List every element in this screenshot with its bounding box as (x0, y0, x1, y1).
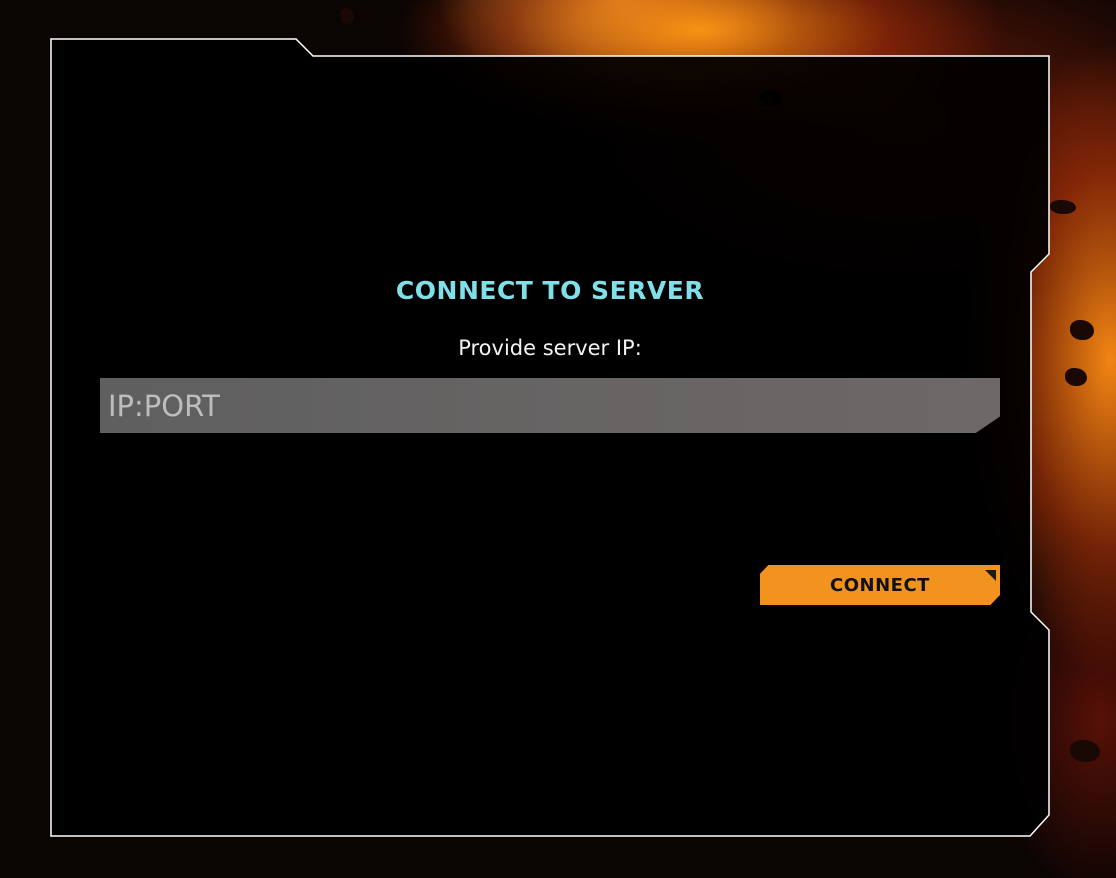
server-ip-prompt: Provide server IP: (458, 336, 642, 360)
panel-frame (50, 38, 1050, 837)
dialog-title: CONNECT TO SERVER (395, 276, 705, 305)
dialog-panel (50, 38, 1050, 837)
button-corner-marker (985, 570, 996, 581)
connect-button[interactable]: CONNECT (760, 565, 1000, 605)
server-ip-input[interactable] (100, 378, 1000, 433)
